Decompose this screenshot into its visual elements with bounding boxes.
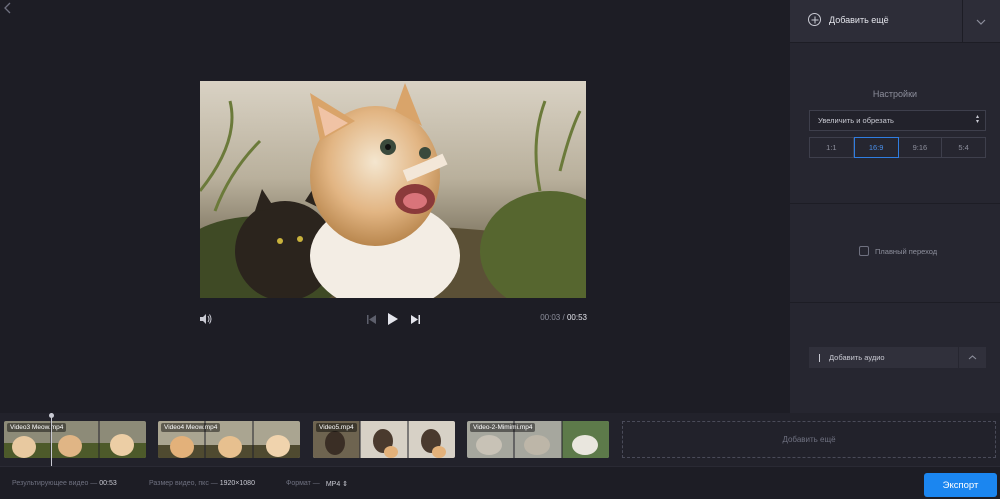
section-divider [790,302,1000,303]
select-arrows-icon: ▴ ▾ [975,114,979,125]
bottom-bar: Результирующее видео — 00:53 Размер виде… [0,466,1000,499]
volume-icon [200,314,212,324]
clip-label: Video-2-Mimimi.mp4 [470,423,536,432]
ratio-9-16[interactable]: 9:16 [899,138,943,157]
play-button[interactable] [386,311,400,327]
duration: 00:53 [566,313,587,322]
previous-button[interactable] [365,311,377,327]
timeline-clip[interactable]: Video3 Meow.mp4 [4,421,146,458]
next-button[interactable] [409,311,421,327]
timeline: Video3 Meow.mp4 Video4 Meow.mp4 Video5.m… [0,413,1000,466]
smooth-transition-toggle[interactable]: Плавный переход [859,246,937,256]
transition-label: Плавный переход [875,246,938,256]
result-duration-value: 00:53 [99,480,117,487]
clip-label: Video3 Meow.mp4 [7,423,67,432]
current-time: 00:03 [540,313,561,322]
export-button[interactable]: Экспорт [924,473,997,497]
format-select[interactable]: MP4 ⇕ [326,480,348,488]
section-divider [790,203,1000,204]
format-selector: Формат — MP4 ⇕ [286,480,349,488]
clip-label: Video4 Meow.mp4 [161,423,221,432]
preview-area: 00:03 / 00:53 [0,0,790,413]
video-preview[interactable] [200,81,586,298]
add-clip-label: Добавить ещё [782,435,836,444]
panel-header: Добавить ещё [790,0,1000,43]
add-clip-dropzone[interactable]: Добавить ещё [622,421,996,458]
expand-dropdown-button[interactable] [962,0,1000,43]
timeline-clip[interactable]: Video5.mp4 [313,421,455,458]
plus-circle-icon [808,13,821,26]
resize-mode-select[interactable]: Увеличить и обрезать ▴ ▾ [809,110,986,131]
ratio-5-4[interactable]: 5:4 [942,138,985,157]
chevron-down-icon [976,19,986,25]
ratio-16-9[interactable]: 16:9 [853,137,899,158]
player-controls: 00:03 / 00:53 [195,308,591,330]
skip-back-icon [366,314,376,324]
video-size: Размер видео, пкс — 1920×1080 [149,480,255,487]
chevron-left-icon [4,2,11,14]
add-audio-button[interactable]: Добавить аудио [809,347,986,368]
result-duration: Результирующее видео — 00:53 [12,480,117,487]
add-more-button[interactable]: Добавить ещё [808,13,889,26]
aspect-ratio-group: 1:1 16:9 9:16 5:4 [809,137,986,158]
settings-panel: Добавить ещё Настройки Увеличить и обрез… [790,0,1000,413]
add-more-label: Добавить ещё [829,14,889,25]
clip-label: Video5.mp4 [316,423,357,432]
timeline-clip[interactable]: Video-2-Mimimi.mp4 [467,421,609,458]
audio-marker-icon [819,353,820,362]
skip-forward-icon [410,314,420,324]
timeline-clip[interactable]: Video4 Meow.mp4 [158,421,300,458]
select-arrows-icon: ⇕ [342,481,349,488]
time-display: 00:03 / 00:53 [540,313,587,322]
resize-mode-value: Увеличить и обрезать [818,116,894,125]
settings-title: Настройки [872,89,918,99]
chevron-up-icon[interactable] [958,347,986,368]
video-size-value: 1920×1080 [219,480,255,487]
transition-checkbox[interactable] [859,246,869,256]
format-value: MP4 [325,481,341,488]
volume-button[interactable] [199,311,213,327]
ratio-1-1[interactable]: 1:1 [810,138,854,157]
add-audio-label: Добавить аудио [829,353,885,362]
playhead[interactable] [49,413,54,466]
kitten-video-frame [200,81,586,298]
back-button[interactable] [4,2,18,16]
play-icon [388,313,398,325]
